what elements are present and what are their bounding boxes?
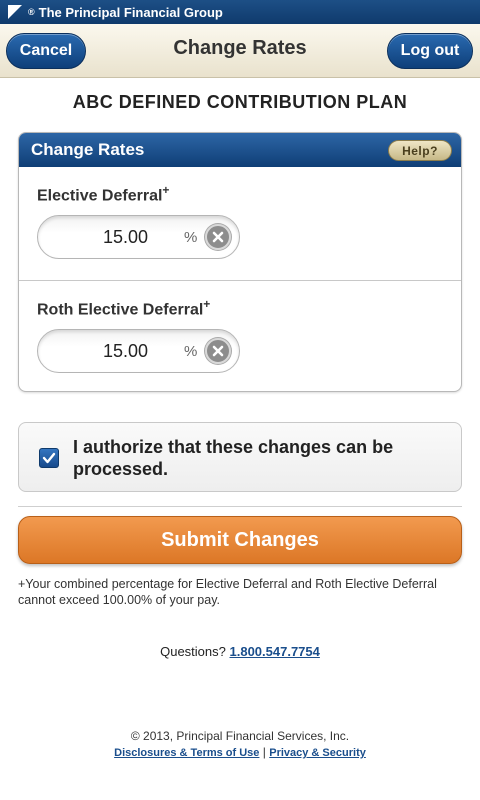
footnote-text: +Your combined percentage for Elective D… (18, 577, 437, 607)
authorization-text: I authorize that these changes can be pr… (73, 437, 394, 479)
registered-mark: ® (28, 7, 35, 17)
elective-deferral-block: Elective Deferral+ 15.00 % (19, 167, 461, 280)
footnote-marker: + (203, 297, 211, 311)
elective-deferral-value[interactable]: 15.00 (38, 227, 148, 248)
brand-bar: ® The Principal Financial Group (0, 0, 480, 24)
checkmark-icon (42, 452, 56, 464)
footer: © 2013, Principal Financial Services, In… (0, 728, 480, 761)
authorize-checkbox[interactable] (39, 448, 59, 468)
roth-elective-deferral-label-text: Roth Elective Deferral (37, 301, 204, 319)
help-button[interactable]: Help? (388, 140, 452, 161)
roth-elective-deferral-block: Roth Elective Deferral+ 15.00 % (19, 280, 461, 391)
elective-deferral-input[interactable]: 15.00 % (37, 215, 240, 259)
change-rates-panel: Change Rates Help? Elective Deferral+ 15… (18, 132, 462, 392)
clear-icon[interactable] (205, 224, 231, 250)
phone-link[interactable]: 1.800.547.7754 (230, 644, 320, 659)
clear-icon[interactable] (205, 338, 231, 364)
percent-unit: % (184, 343, 198, 360)
privacy-link[interactable]: Privacy & Security (269, 747, 366, 759)
nav-bar: Cancel Change Rates Log out (0, 24, 480, 78)
percent-unit: % (184, 229, 198, 246)
copyright: © 2013, Principal Financial Services, In… (130, 729, 350, 743)
elective-deferral-label-text: Elective Deferral (37, 187, 163, 205)
submit-changes-button[interactable]: Submit Changes (18, 516, 462, 564)
disclosures-link[interactable]: Disclosures & Terms of Use (114, 747, 259, 759)
roth-elective-deferral-label: Roth Elective Deferral+ (37, 297, 461, 319)
roth-elective-deferral-value[interactable]: 15.00 (38, 341, 148, 362)
questions-label: Questions? (160, 644, 226, 659)
panel-title: Change Rates (31, 140, 145, 159)
footer-separator: | (262, 745, 266, 759)
panel-header: Change Rates Help? (19, 133, 461, 167)
roth-elective-deferral-input[interactable]: 15.00 % (37, 329, 240, 373)
elective-deferral-label: Elective Deferral+ (37, 183, 461, 205)
principal-logo-icon (8, 5, 22, 19)
logout-button[interactable]: Log out (387, 33, 473, 69)
divider (18, 506, 462, 507)
footnote-marker: + (162, 183, 170, 197)
brand-name: The Principal Financial Group (38, 4, 223, 20)
plan-title: ABC DEFINED CONTRIBUTION PLAN (72, 92, 408, 112)
authorization-box: I authorize that these changes can be pr… (18, 422, 462, 492)
questions-line: Questions? 1.800.547.7754 (0, 644, 480, 659)
